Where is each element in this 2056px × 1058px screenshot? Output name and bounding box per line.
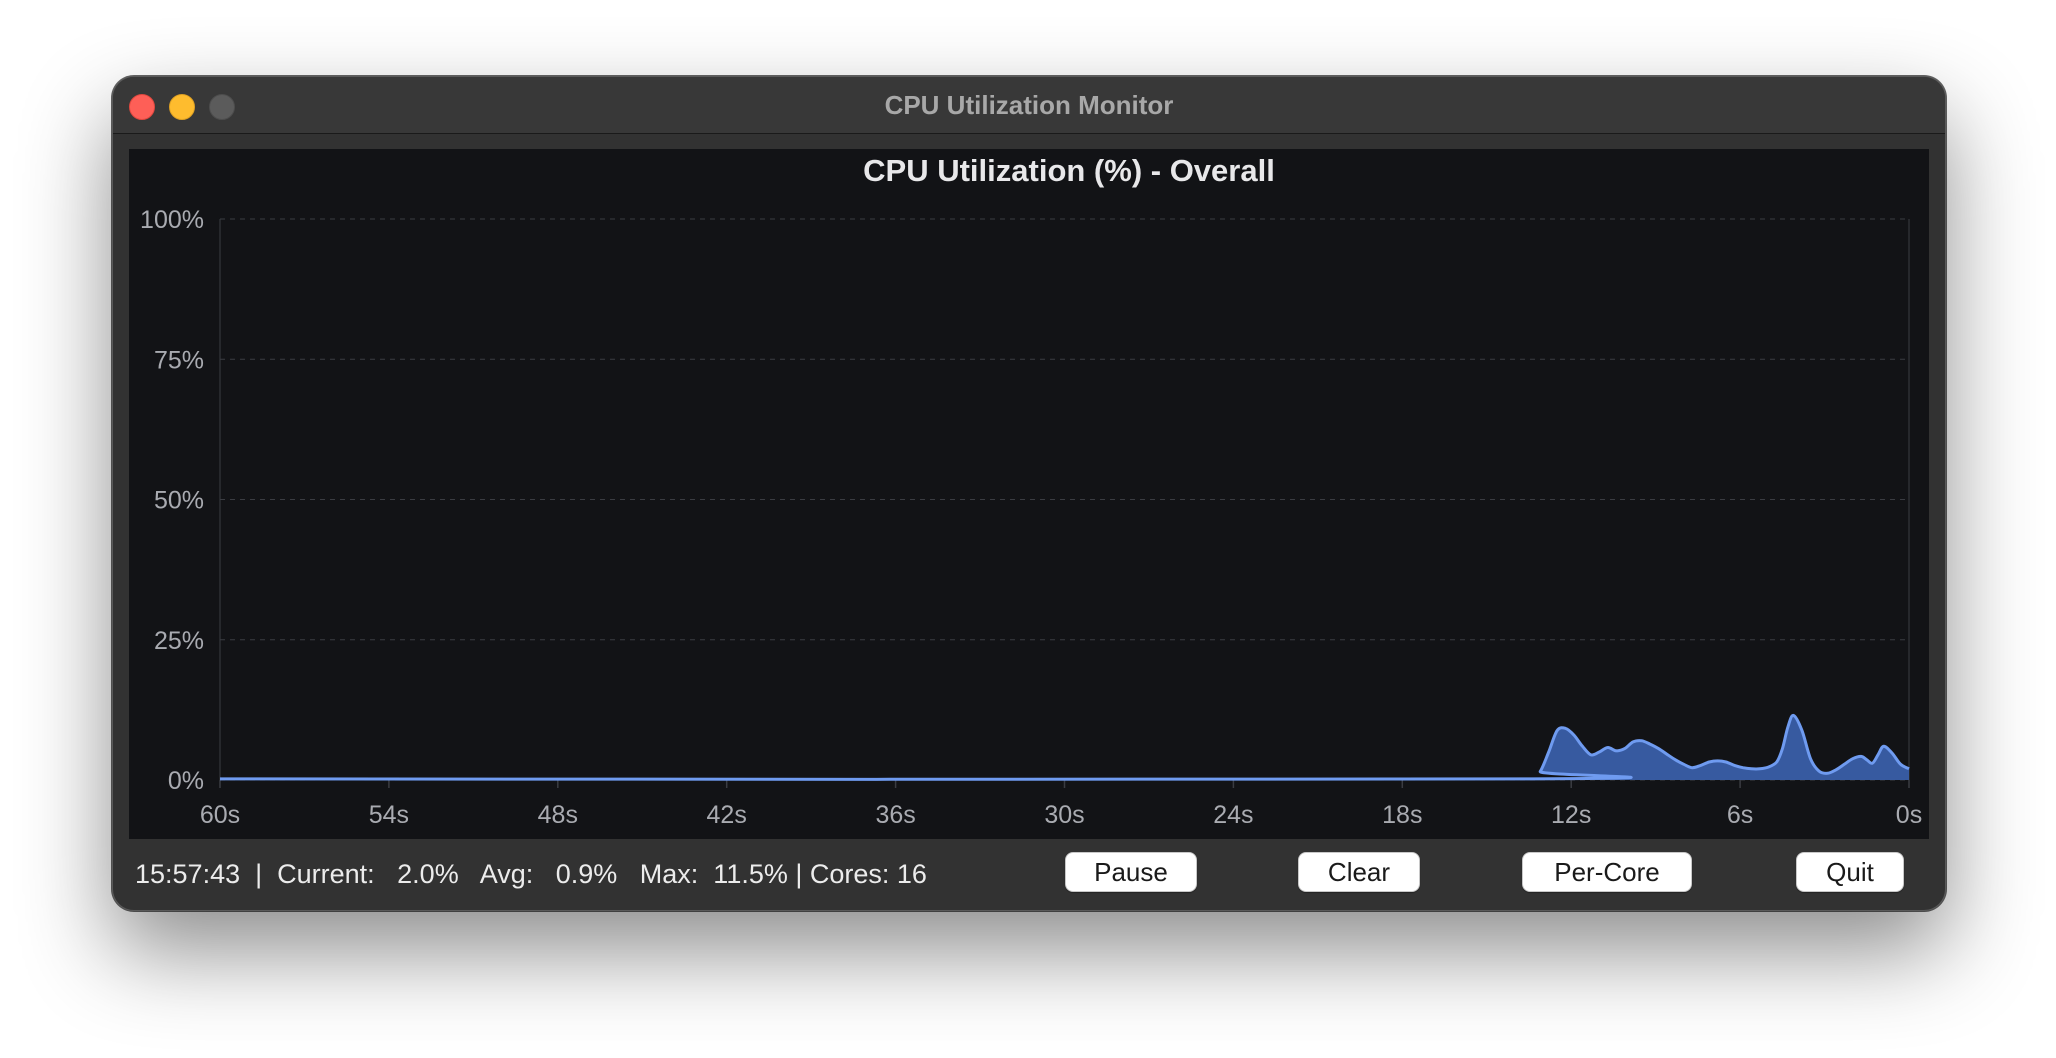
x-tick-label: 0s <box>1896 801 1922 829</box>
x-tick-label: 6s <box>1727 801 1753 829</box>
clear-button[interactable]: Clear <box>1298 852 1420 892</box>
chart-series <box>219 714 1910 781</box>
y-tick-label: 0% <box>168 767 204 795</box>
y-tick-label: 50% <box>154 487 204 515</box>
y-tick-label: 75% <box>154 346 204 374</box>
chart-title: CPU Utilization (%) - Overall <box>863 153 1275 188</box>
cpu-utilization-chart: CPU Utilization (%) - Overall 0% 25% 50% 75… <box>140 153 1922 829</box>
y-tick-label: 100% <box>140 206 204 234</box>
x-tick-label: 30s <box>1044 801 1084 829</box>
app-window: CPU Utilization Monitor CPU Utilization … <box>112 76 1946 911</box>
x-tick-label: 18s <box>1382 801 1422 829</box>
status-readout: 15:57:43 | Current: 2.0% Avg: 0.9% Max: … <box>135 859 927 889</box>
pause-button[interactable]: Pause <box>1065 852 1197 892</box>
per-core-button[interactable]: Per-Core <box>1522 852 1692 892</box>
chart-grid <box>219 218 1910 781</box>
window-title: CPU Utilization Monitor <box>884 90 1174 120</box>
x-tick-label: 48s <box>538 801 578 829</box>
x-tick-label: 36s <box>875 801 915 829</box>
x-tick-label: 60s <box>200 801 240 829</box>
x-tick-label: 54s <box>369 801 409 829</box>
x-tick-label: 24s <box>1213 801 1253 829</box>
quit-button[interactable]: Quit <box>1796 852 1904 892</box>
status-bar: 15:57:43 | Current: 2.0% Avg: 0.9% Max: … <box>113 839 1945 910</box>
chart-ticks: 0% 25% 50% 75% 100% 60s 54s 48s 42s 36s 30s 24s 18s 1… <box>140 206 1922 829</box>
x-tick-label: 42s <box>707 801 747 829</box>
x-tick-label: 12s <box>1551 801 1591 829</box>
y-tick-label: 25% <box>154 627 204 655</box>
title-bar[interactable]: CPU Utilization Monitor <box>113 77 1945 134</box>
cpu-chart-panel: CPU Utilization (%) - Overall 0% 25% 50% 75… <box>129 149 1929 839</box>
